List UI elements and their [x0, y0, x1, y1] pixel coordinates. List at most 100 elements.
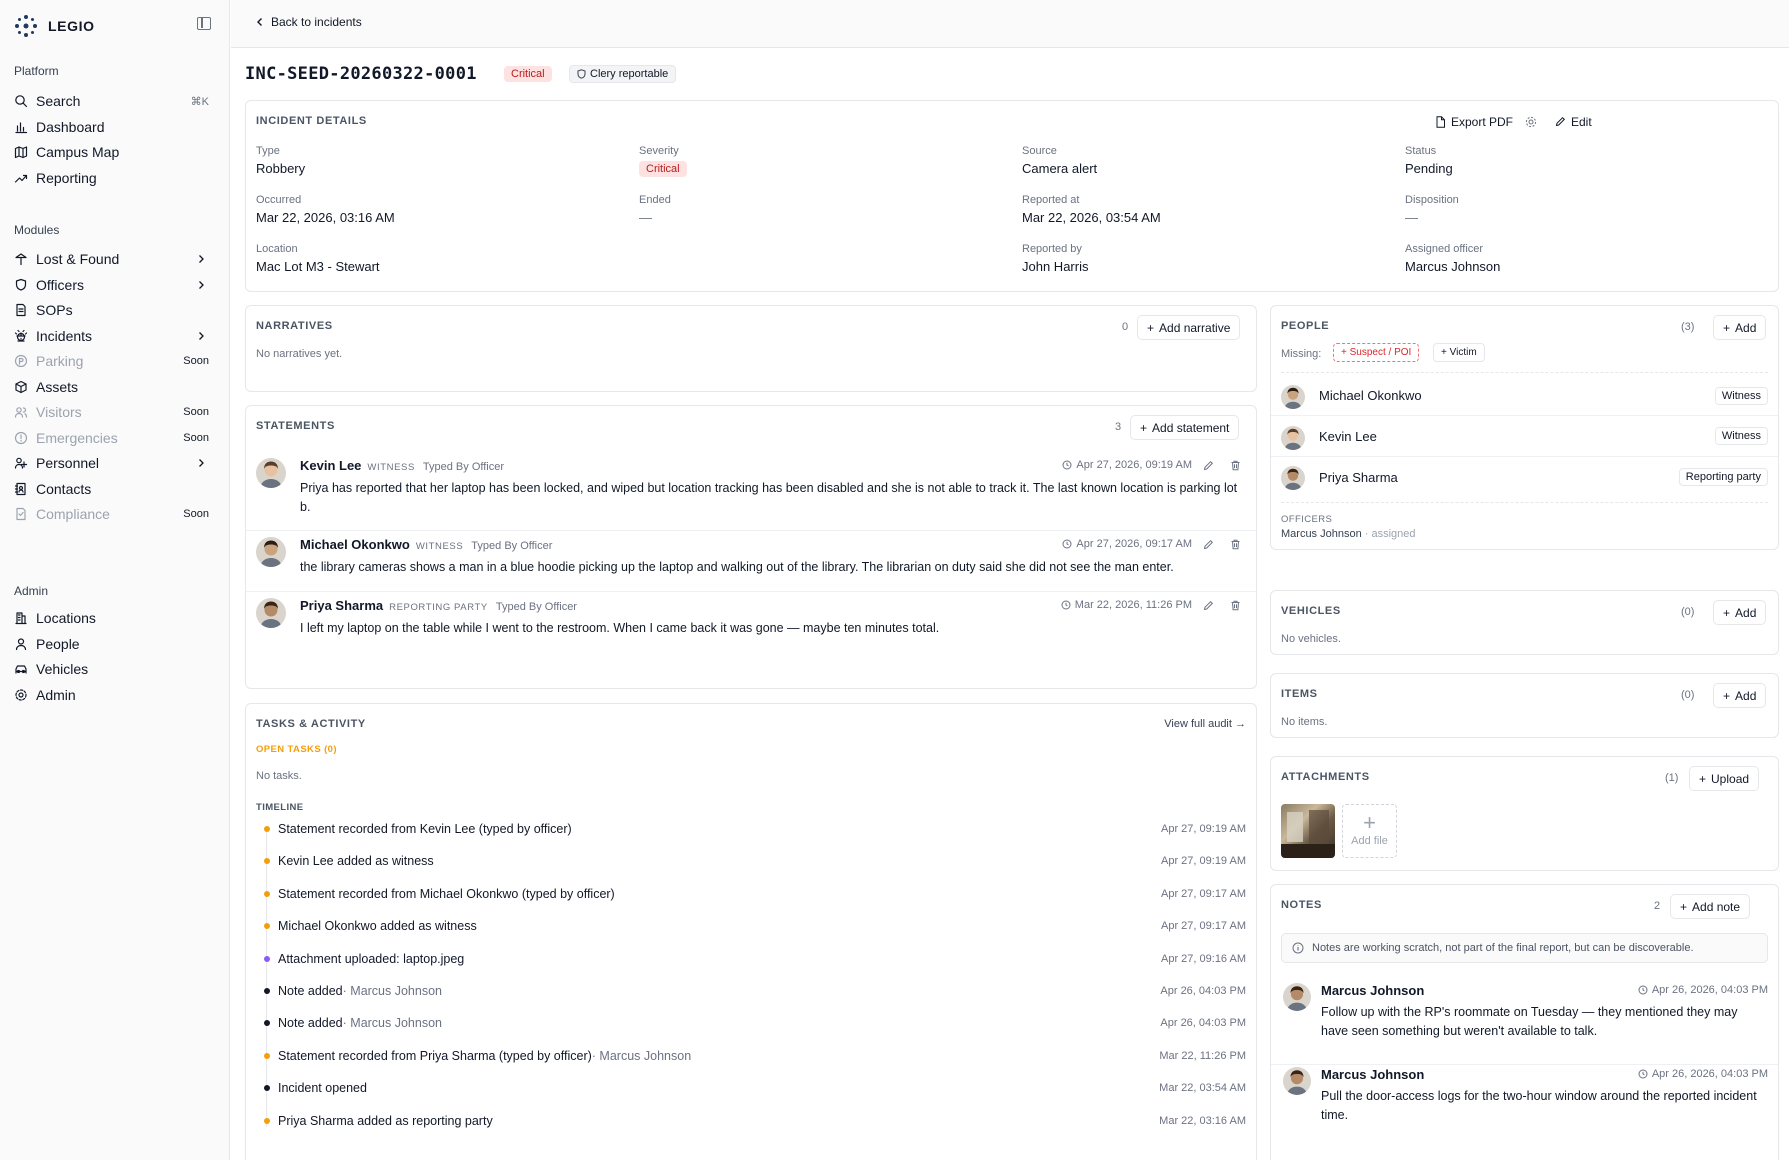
sidebar-item-incidents[interactable]: Incidents [7, 323, 217, 349]
sidebar-item-visitors[interactable]: Visitors Soon [7, 399, 217, 425]
sidebar-item-search[interactable]: Search ⌘K [7, 88, 217, 114]
statement-type: Typed By Officer [495, 601, 577, 613]
timeline-text: Statement recorded from Priya Sharma (ty… [278, 1048, 592, 1063]
sidebar-item-label: Incidents [36, 327, 93, 344]
trash-icon[interactable] [1230, 600, 1241, 611]
statements-heading: STATEMENTS [256, 420, 335, 432]
chevron-left-icon [257, 18, 262, 26]
sidebar-item-vehicles[interactable]: Vehicles [7, 656, 217, 682]
statement-role: WITNESS [367, 462, 415, 473]
severity-value: Critical [639, 161, 687, 177]
sidebar-toggle-icon[interactable] [197, 17, 211, 30]
timeline-item: Incident opened Mar 22, 03:54 AM [264, 1078, 1246, 1098]
person-name: Michael Okonkwo [1319, 388, 1422, 403]
statement-name: Michael Okonkwo [300, 537, 410, 552]
sidebar-item-officers[interactable]: Officers [7, 272, 217, 298]
timeline-time: Mar 22, 03:54 AM [1159, 1082, 1246, 1095]
sidebar-item-dashboard[interactable]: Dashboard [7, 114, 217, 140]
sidebar-item-personnel[interactable]: Personnel [7, 450, 217, 476]
export-pdf-button[interactable]: Export PDF [1426, 109, 1523, 134]
person-role: Witness [1714, 386, 1768, 405]
reported-at-value: Mar 22, 2026, 03:54 AM [1022, 210, 1161, 225]
sidebar-item-assets[interactable]: Assets [7, 374, 217, 400]
timeline-item: Note added · Marcus Johnson Apr 26, 04:03… [264, 1013, 1246, 1033]
statement-name: Kevin Lee [300, 458, 362, 473]
sidebar-item-compliance[interactable]: Compliance Soon [7, 501, 217, 527]
statement-time-text: Mar 22, 2026, 11:26 PM [1074, 599, 1192, 611]
add-suspect-button[interactable]: + Suspect / POI [1333, 343, 1420, 362]
emergencies-icon [14, 431, 28, 445]
statement-header: Priya Sharma REPORTING PARTY Typed By Offi… [300, 598, 577, 613]
person-row[interactable]: Michael Okonkwo Witness [1271, 376, 1778, 416]
statement-header: Kevin Lee WITNESS Typed By Officer [300, 458, 504, 473]
vehicles-count: (0) [1681, 606, 1695, 618]
timeline-dot [264, 955, 270, 962]
sidebar-item-admin[interactable]: Admin [7, 682, 217, 708]
trash-icon[interactable] [1230, 539, 1241, 550]
sidebar-item-reporting[interactable]: Reporting [7, 165, 217, 191]
timeline-text: Michael Okonkwo added as witness [278, 919, 477, 934]
add-person-label: Add [1735, 320, 1757, 335]
notes-info-text: Notes are working scratch, not part of t… [1312, 942, 1694, 954]
trash-icon[interactable] [1230, 460, 1241, 471]
chevron-right-icon [199, 255, 204, 263]
timeline-dot [264, 858, 270, 865]
edit-button[interactable]: Edit [1546, 109, 1601, 134]
add-statement-button[interactable]: + Add statement [1130, 415, 1240, 440]
reported-by-label: Reported by [1022, 243, 1082, 255]
thumb-shape [1281, 844, 1335, 858]
add-person-button[interactable]: + Add [1713, 315, 1767, 340]
people-icon [14, 637, 28, 651]
sidebar-item-campus-map[interactable]: Campus Map [7, 139, 217, 165]
shield-icon [577, 69, 586, 79]
gear-icon[interactable] [1525, 116, 1537, 128]
add-vehicle-button[interactable]: + Add [1713, 600, 1767, 625]
divider [1281, 372, 1768, 373]
assigned-officer-value: Marcus Johnson [1405, 259, 1501, 274]
statement-time-text: Apr 27, 2026, 09:17 AM [1076, 538, 1192, 550]
timeline-text: Priya Sharma added as reporting party [278, 1113, 493, 1128]
brand-name: LEGIO [48, 18, 95, 34]
clock-icon [1062, 539, 1072, 549]
attachments-count: (1) [1665, 772, 1679, 784]
sidebar-item-contacts[interactable]: Contacts [7, 476, 217, 502]
dashboard-icon [14, 120, 28, 134]
sidebar-item-sops[interactable]: SOPs [7, 297, 217, 323]
statement-row: Michael Okonkwo WITNESS Typed By Officer Ap… [246, 531, 1256, 592]
officers-label: OFFICERS [1281, 514, 1333, 525]
sidebar-item-people[interactable]: People [7, 631, 217, 657]
person-row[interactable]: Priya Sharma Reporting party [1271, 457, 1778, 497]
statements-count: 3 [1115, 421, 1122, 433]
pencil-icon[interactable] [1203, 539, 1214, 550]
attachment-thumbnail[interactable] [1281, 804, 1335, 858]
add-item-button[interactable]: + Add [1713, 683, 1767, 708]
plus-icon: + [1363, 810, 1376, 835]
location-label: Location [256, 243, 298, 255]
add-narrative-label: Add narrative [1159, 320, 1231, 335]
sidebar-item-label: Compliance [36, 506, 110, 522]
person-row[interactable]: Kevin Lee Witness [1271, 417, 1778, 457]
timeline-dot [264, 826, 270, 832]
pencil-icon[interactable] [1203, 600, 1214, 611]
upload-button[interactable]: + Upload [1689, 766, 1760, 791]
plus-icon: + [1699, 771, 1707, 786]
location-value: Mac Lot M3 - Stewart [256, 259, 380, 274]
view-audit-link[interactable]: View full audit → [1164, 718, 1246, 730]
sidebar-item-locations[interactable]: Locations [7, 605, 217, 631]
brand[interactable]: LEGIO [14, 14, 95, 38]
sidebar-item-emergencies[interactable]: Emergencies Soon [7, 425, 217, 451]
pencil-icon[interactable] [1203, 460, 1214, 471]
sidebar-item-parking[interactable]: Parking Soon [7, 348, 217, 374]
avatar [256, 458, 286, 488]
vehicles-empty: No vehicles. [1281, 633, 1341, 645]
sidebar-item-label: Parking [36, 353, 84, 369]
back-link[interactable]: Back to incidents [255, 15, 362, 29]
add-note-button[interactable]: + Add note [1670, 894, 1751, 919]
add-narrative-button[interactable]: + Add narrative [1137, 315, 1241, 340]
note-time-text: Apr 26, 2026, 04:03 PM [1651, 1068, 1768, 1080]
add-victim-button[interactable]: + Victim [1433, 343, 1485, 362]
sidebar-item-lost-found[interactable]: Lost & Found [7, 246, 217, 272]
note-row: Marcus Johnson Apr 26, 2026, 04:03 PM Foll… [1271, 981, 1778, 1065]
add-file-button[interactable]: + Add file [1342, 804, 1397, 858]
section-platform: Platform [14, 64, 59, 78]
